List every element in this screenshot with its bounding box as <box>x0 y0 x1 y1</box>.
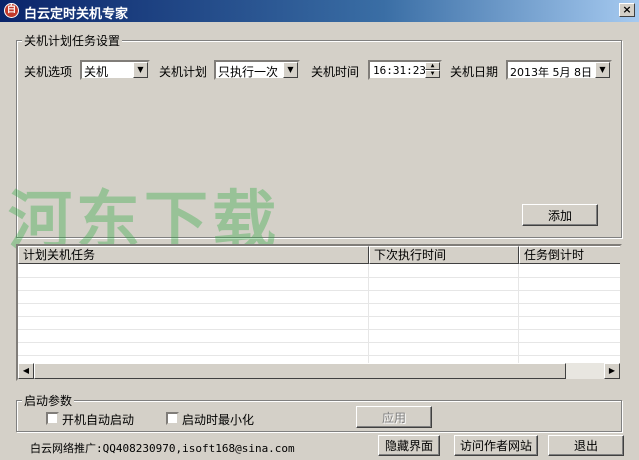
plan-value: 只执行一次 <box>218 65 279 79</box>
grid-line <box>18 290 620 291</box>
column-header-countdown[interactable]: 任务倒计时 <box>519 246 620 264</box>
app-icon: 白 <box>4 3 19 18</box>
chevron-down-icon[interactable]: ▼ <box>133 62 148 78</box>
close-button[interactable]: × <box>619 3 635 17</box>
promo-text: 白云网络推广:QQ408230970,isoft168@sina.com <box>30 442 295 455</box>
apply-button[interactable]: 应用 <box>356 406 432 428</box>
autostart-checkbox[interactable] <box>46 412 59 425</box>
grid-line <box>18 277 620 278</box>
spin-down-icon[interactable]: ▼ <box>425 70 440 78</box>
title-bar[interactable]: 白 白云定时关机专家 × <box>0 0 639 22</box>
grid-line <box>18 355 620 356</box>
exit-button[interactable]: 退出 <box>548 435 624 456</box>
date-picker[interactable]: 2013年 5月 8日 ▼ <box>506 60 612 80</box>
plan-label: 关机计划 <box>159 65 208 79</box>
hide-window-button[interactable]: 隐藏界面 <box>378 435 440 456</box>
task-list[interactable]: 计划关机任务 下次执行时间 任务倒计时 ◀ ▶ <box>16 244 622 381</box>
startup-params-group-title: 启动参数 <box>22 392 75 409</box>
grid-line <box>18 329 620 330</box>
scroll-thumb[interactable] <box>34 363 566 379</box>
chevron-down-icon[interactable]: ▼ <box>283 62 298 78</box>
minimize-label[interactable]: 启动时最小化 <box>182 411 254 428</box>
time-label: 关机时间 <box>311 65 360 79</box>
time-value: 16:31:23 <box>373 64 426 77</box>
shutdown-option-value: 关机 <box>84 65 109 79</box>
plan-select[interactable]: 只执行一次 ▼ <box>214 60 300 80</box>
add-task-button[interactable]: 添加 <box>522 204 598 226</box>
spin-up-icon[interactable]: ▲ <box>425 62 440 70</box>
minimize-checkbox[interactable] <box>166 412 179 425</box>
scroll-right-icon[interactable]: ▶ <box>604 363 620 379</box>
grid-line <box>518 264 519 364</box>
shutdown-option-label: 关机选项 <box>24 65 73 79</box>
grid-line <box>18 303 620 304</box>
column-header-task[interactable]: 计划关机任务 <box>18 246 369 264</box>
column-header-next-run[interactable]: 下次执行时间 <box>369 246 519 264</box>
grid-line <box>18 342 620 343</box>
shutdown-option-select[interactable]: 关机 ▼ <box>80 60 150 80</box>
window-title: 白云定时关机专家 <box>24 7 129 22</box>
grid-line <box>368 264 369 364</box>
autostart-label[interactable]: 开机自动启动 <box>62 411 134 428</box>
horizontal-scrollbar[interactable]: ◀ ▶ <box>18 363 620 379</box>
chevron-down-icon[interactable]: ▼ <box>595 62 610 78</box>
visit-author-button[interactable]: 访问作者网站 <box>454 435 538 456</box>
task-settings-group-title: 关机计划任务设置 <box>22 32 123 49</box>
date-label: 关机日期 <box>450 65 499 79</box>
time-picker[interactable]: 16:31:23 ▲ ▼ <box>368 60 442 80</box>
task-list-header: 计划关机任务 下次执行时间 任务倒计时 <box>18 246 620 264</box>
date-value: 2013年 5月 8日 <box>510 66 592 79</box>
scroll-left-icon[interactable]: ◀ <box>18 363 34 379</box>
grid-line <box>18 316 620 317</box>
